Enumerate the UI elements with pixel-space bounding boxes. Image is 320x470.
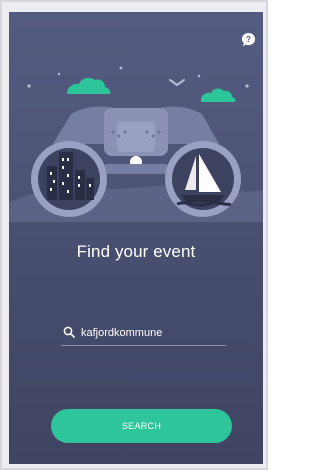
search-button[interactable]: SEARCH [51,409,232,443]
chevron-down-icon [169,79,185,87]
star-dot [197,74,201,78]
star-dot [57,72,61,76]
search-input[interactable] [81,322,226,344]
question-bubble-icon[interactable]: ? [241,32,256,47]
page-title: Find your event [76,242,196,261]
cloud-left-icon [67,77,111,94]
star-dot [245,84,249,88]
star-dot [27,84,31,88]
app-screen: ? Find your event kafjordkommune SEARCH [9,12,263,464]
cloud-right-icon [201,88,236,102]
phone-frame: ? Find your event kafjordkommune SEARCH [0,0,268,470]
search-icon [63,326,75,338]
binoculars-illustration [9,66,263,222]
svg-text:?: ? [246,34,251,44]
star-dot [119,66,123,70]
search-field[interactable] [61,322,226,346]
